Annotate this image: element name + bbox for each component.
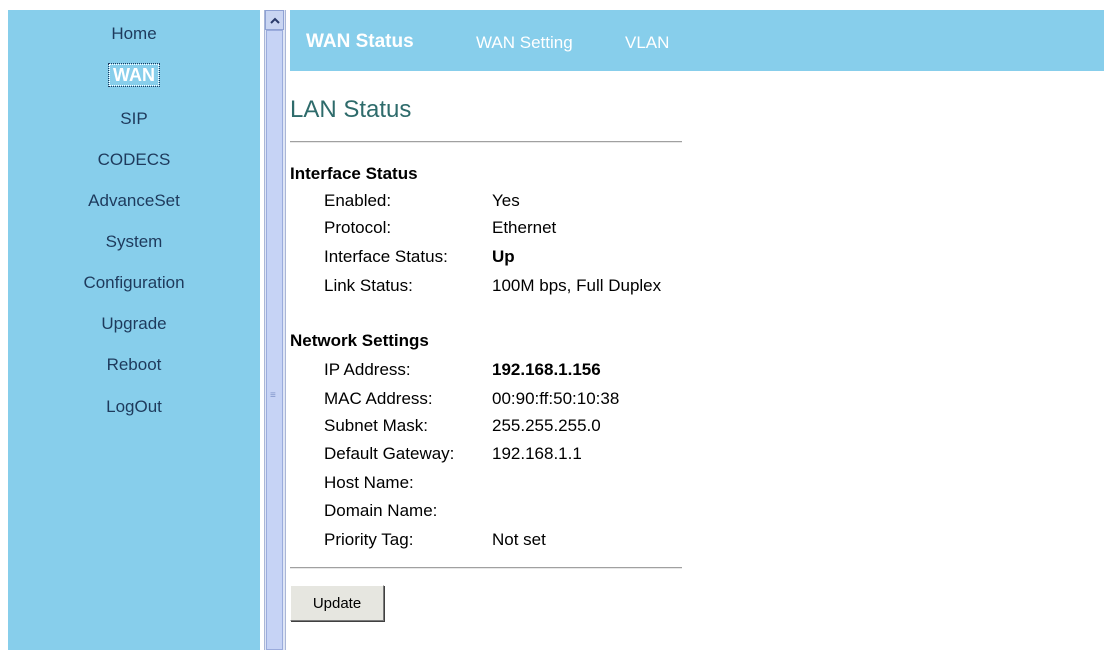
sidebar-item-system[interactable]: System <box>8 232 260 252</box>
divider <box>290 567 682 569</box>
scroll-thumb[interactable]: ≡ <box>266 30 283 650</box>
tab-vlan[interactable]: VLAN <box>625 33 669 53</box>
default-gateway-label: Default Gateway: <box>324 444 455 463</box>
priority-tag-label: Priority Tag: <box>324 530 414 549</box>
sidebar-item-home[interactable]: Home <box>8 24 260 44</box>
subnet-mask-value: 255.255.255.0 <box>492 416 601 435</box>
network-settings-heading: Network Settings <box>290 331 429 350</box>
divider <box>290 141 682 143</box>
sidebar-item-upgrade[interactable]: Upgrade <box>8 314 260 334</box>
sidebar-nav: Home WAN SIP CODECS AdvanceSet System Co… <box>8 10 260 650</box>
ip-address-label: IP Address: <box>324 360 411 379</box>
default-gateway-value: 192.168.1.1 <box>492 444 582 463</box>
sidebar-item-sip[interactable]: SIP <box>8 109 260 129</box>
link-status-value: 100M bps, Full Duplex <box>492 276 662 295</box>
chevron-up-icon <box>269 17 280 24</box>
sidebar-item-configuration[interactable]: Configuration <box>8 273 260 293</box>
sidebar-item-reboot[interactable]: Reboot <box>8 355 260 375</box>
enabled-value: Yes <box>492 191 520 210</box>
ip-address-value: 192.168.1.156 <box>492 360 601 379</box>
host-name-label: Host Name: <box>324 473 414 492</box>
priority-tag-value: Not set <box>492 530 546 549</box>
update-button[interactable]: Update <box>290 585 384 621</box>
sidebar-item-logout[interactable]: LogOut <box>8 397 260 417</box>
protocol-label: Protocol: <box>324 218 392 237</box>
interface-status-label: Interface Status: <box>324 247 448 266</box>
sidebar-item-advanceset[interactable]: AdvanceSet <box>8 191 260 211</box>
frame-scrollbar[interactable]: ≡ <box>264 10 286 650</box>
grip-icon: ≡ <box>270 390 276 401</box>
link-status-label: Link Status: <box>324 276 413 295</box>
top-tab-bar: WAN Status WAN Setting VLAN <box>290 10 1104 71</box>
enabled-label: Enabled: <box>324 191 392 210</box>
interface-status-value: Up <box>492 247 515 266</box>
domain-name-label: Domain Name: <box>324 501 438 520</box>
mac-address-value: 00:90:ff:50:10:38 <box>492 389 620 408</box>
mac-address-label: MAC Address: <box>324 389 433 408</box>
sidebar-item-codecs[interactable]: CODECS <box>8 150 260 170</box>
protocol-value: Ethernet <box>492 218 557 237</box>
interface-status-heading: Interface Status <box>290 164 418 183</box>
sidebar-item-wan[interactable]: WAN <box>8 63 260 87</box>
tab-wan-setting[interactable]: WAN Setting <box>476 33 573 53</box>
page-title: LAN Status <box>290 96 412 123</box>
tab-wan-status[interactable]: WAN Status <box>306 31 414 53</box>
scroll-up-button[interactable] <box>265 10 284 30</box>
subnet-mask-label: Subnet Mask: <box>324 416 428 435</box>
